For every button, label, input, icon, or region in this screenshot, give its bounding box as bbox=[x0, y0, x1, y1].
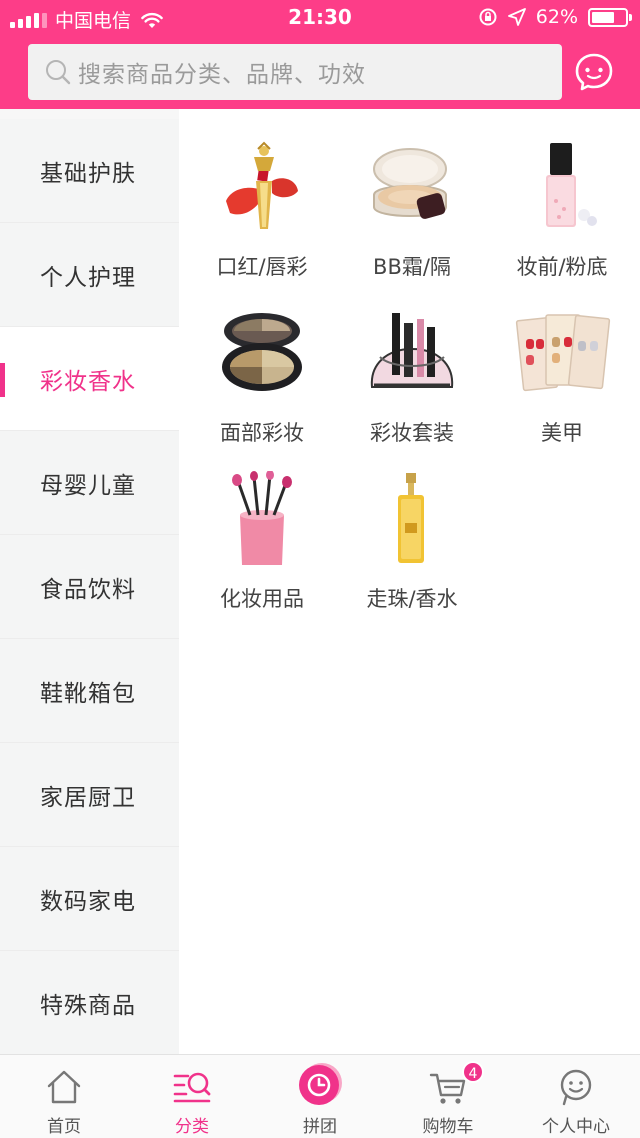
sidebar-item-skincare[interactable]: 基础护肤 bbox=[0, 119, 179, 223]
cart-count-badge: 4 bbox=[462, 1061, 484, 1083]
subcategory-grid: 口红/唇彩 BB霜/隔 妆前/粉底 面部彩妆 彩妆套装 美甲 化妆用品 走珠/香… bbox=[179, 109, 640, 1054]
category-sidebar: 基础护肤 个人护理 彩妆香水 母婴儿童 食品饮料 鞋靴箱包 家居厨卫 数码家电 … bbox=[0, 109, 179, 1055]
eyeshadow-palette-icon bbox=[222, 313, 302, 391]
tab-label: 首页 bbox=[47, 1117, 81, 1137]
tab-profile[interactable]: 个人中心 bbox=[512, 1055, 640, 1138]
status-bar: 中国电信 21:30 62% bbox=[0, 0, 640, 36]
tab-label: 个人中心 bbox=[542, 1117, 610, 1137]
subcategory-label: 面部彩妆 bbox=[220, 421, 304, 445]
tab-label: 分类 bbox=[175, 1117, 209, 1137]
tab-cart[interactable]: 4 购物车 bbox=[384, 1055, 512, 1138]
search-icon bbox=[46, 60, 71, 85]
subcategory-foundation[interactable]: 妆前/粉底 bbox=[487, 139, 637, 299]
subcategory-label: BB霜/隔 bbox=[373, 255, 451, 279]
subcategory-makeup-tools[interactable]: 化妆用品 bbox=[187, 470, 337, 631]
sidebar-item-food-drinks[interactable]: 食品饮料 bbox=[0, 535, 179, 639]
sidebar-item-label: 食品饮料 bbox=[40, 576, 136, 603]
sidebar-item-home-kitchen[interactable]: 家居厨卫 bbox=[0, 743, 179, 847]
subcategory-label: 美甲 bbox=[541, 421, 583, 445]
sidebar-item-makeup-perfume[interactable]: 彩妆香水 bbox=[0, 327, 179, 431]
sidebar-item-label: 家居厨卫 bbox=[40, 784, 136, 811]
search-placeholder: 搜索商品分类、品牌、功效 bbox=[78, 62, 366, 88]
sidebar-item-shoes-bags[interactable]: 鞋靴箱包 bbox=[0, 639, 179, 743]
makeup-set-icon bbox=[370, 313, 454, 388]
subcategory-makeup-set[interactable]: 彩妆套装 bbox=[337, 305, 487, 465]
sidebar-item-label: 鞋靴箱包 bbox=[40, 680, 136, 707]
tab-category[interactable]: 分类 bbox=[128, 1055, 256, 1138]
subcategory-lipstick[interactable]: 口红/唇彩 bbox=[187, 139, 337, 299]
tab-home[interactable]: 首页 bbox=[0, 1055, 128, 1138]
perfume-bottle-icon bbox=[398, 473, 424, 563]
subcategory-perfume[interactable]: 走珠/香水 bbox=[337, 471, 487, 631]
location-arrow-icon bbox=[507, 8, 526, 26]
sidebar-item-personal-care[interactable]: 个人护理 bbox=[0, 223, 179, 327]
subcategory-label: 彩妆套装 bbox=[370, 421, 454, 445]
cushion-compact-icon bbox=[373, 148, 447, 219]
subcategory-label: 口红/唇彩 bbox=[216, 255, 308, 279]
tab-label: 拼团 bbox=[303, 1117, 337, 1137]
subcategory-nail-art[interactable]: 美甲 bbox=[487, 305, 637, 465]
subcategory-label: 走珠/香水 bbox=[366, 587, 458, 611]
battery-percent: 62% bbox=[535, 6, 578, 28]
home-icon bbox=[47, 1070, 81, 1104]
subcategory-label: 化妆用品 bbox=[220, 587, 304, 611]
chat-bubble-icon[interactable] bbox=[574, 52, 614, 92]
foundation-bottle-icon bbox=[546, 143, 597, 227]
sidebar-item-label: 母婴儿童 bbox=[40, 472, 136, 499]
battery-icon bbox=[588, 7, 632, 27]
lipstick-icon bbox=[226, 141, 298, 229]
sidebar-item-label: 基础护肤 bbox=[40, 160, 136, 187]
sidebar-item-label: 彩妆香水 bbox=[40, 368, 136, 395]
group-buy-clock-icon bbox=[299, 1063, 342, 1105]
subcategory-face-makeup[interactable]: 面部彩妆 bbox=[187, 305, 337, 465]
subcategory-label: 妆前/粉底 bbox=[516, 255, 608, 279]
sidebar-item-label: 特殊商品 bbox=[40, 992, 136, 1019]
header: 中国电信 21:30 62% 搜索商品分类、品牌、功效 bbox=[0, 0, 640, 109]
sidebar-item-label: 个人护理 bbox=[40, 264, 136, 291]
subcategory-bb-cream[interactable]: BB霜/隔 bbox=[337, 139, 487, 299]
sidebar-item-label: 数码家电 bbox=[40, 888, 136, 915]
nail-art-icon bbox=[515, 314, 611, 392]
search-input[interactable]: 搜索商品分类、品牌、功效 bbox=[28, 44, 562, 100]
active-indicator bbox=[0, 363, 5, 397]
profile-icon bbox=[560, 1069, 592, 1106]
category-search-icon bbox=[173, 1072, 211, 1103]
sidebar-item-special-goods[interactable]: 特殊商品 bbox=[0, 951, 179, 1055]
orientation-lock-icon bbox=[479, 8, 497, 26]
makeup-brushes-icon bbox=[232, 470, 292, 565]
bottom-tab-bar: 首页 分类 拼团 4 购物车 个人中心 bbox=[0, 1054, 640, 1138]
tab-label: 购物车 bbox=[422, 1117, 474, 1137]
tab-group-buy[interactable]: 拼团 bbox=[256, 1055, 384, 1138]
sidebar-item-digital-appliances[interactable]: 数码家电 bbox=[0, 847, 179, 951]
sidebar-item-mother-baby[interactable]: 母婴儿童 bbox=[0, 431, 179, 535]
